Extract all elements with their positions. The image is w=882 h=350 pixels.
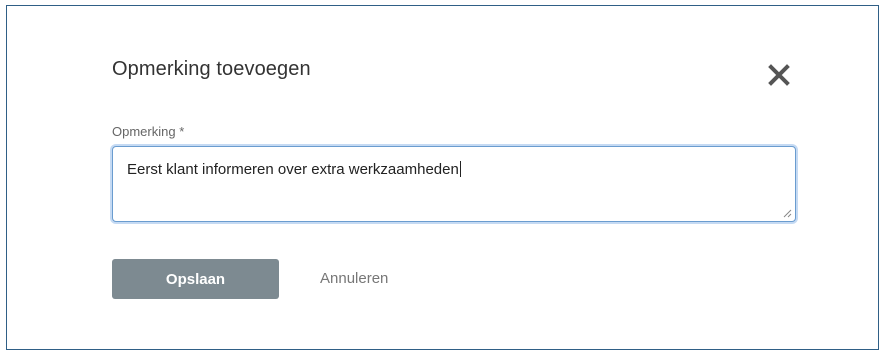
resize-handle-icon[interactable] (783, 209, 792, 218)
dialog-title: Opmerking toevoegen (112, 58, 311, 80)
text-caret (459, 161, 461, 177)
comment-textarea-value: Eerst klant informeren over extra werkza… (127, 161, 461, 178)
comment-field-label: Opmerking * (112, 124, 185, 139)
comment-textarea[interactable]: Eerst klant informeren over extra werkza… (112, 146, 796, 222)
close-icon (768, 64, 790, 86)
cancel-button[interactable]: Annuleren (320, 270, 388, 287)
add-comment-dialog: Opmerking toevoegen Opmerking * Eerst kl… (6, 5, 879, 350)
close-button[interactable] (767, 63, 791, 87)
save-button[interactable]: Opslaan (112, 259, 279, 299)
